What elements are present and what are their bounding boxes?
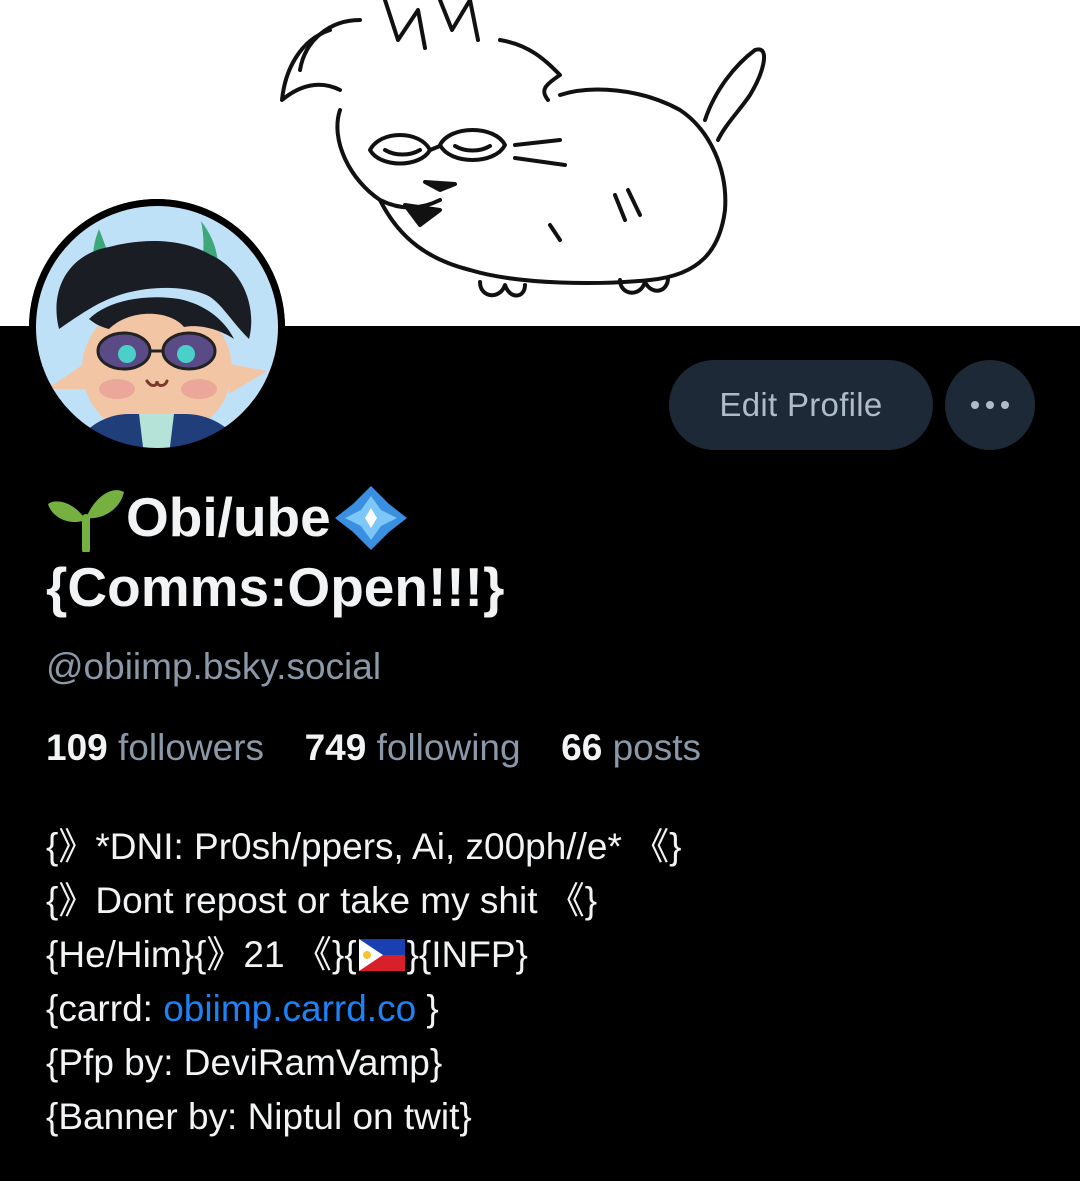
edit-profile-button[interactable]: Edit Profile	[669, 360, 933, 450]
posts-label: posts	[612, 727, 702, 768]
profile-stats: 109 followers 749 following 66 posts	[46, 727, 701, 769]
display-name-line1: Obi/ube	[126, 486, 331, 548]
seedling-icon	[48, 490, 124, 552]
sparkle-diamond-icon	[334, 486, 407, 550]
profile-bio: {》*DNI: Pr0sh/ppers, Ai, z00ph//e* 《} {》…	[46, 820, 1046, 1144]
bio-text: {He/Him}{》21 《}{	[46, 934, 357, 975]
more-options-button[interactable]	[945, 360, 1035, 450]
bio-text: {carrd:	[46, 988, 164, 1029]
followers-label: followers	[118, 727, 265, 768]
bio-line: {Banner by: Niptul on twit}	[46, 1096, 472, 1137]
display-name-line2: {Comms:Open!!!}	[46, 556, 505, 618]
philippines-flag-icon	[358, 939, 405, 971]
posts-stat: 66 posts	[561, 727, 701, 768]
profile-avatar[interactable]	[29, 199, 285, 455]
bio-line: {carrd: obiimp.carrd.co }	[46, 982, 1046, 1036]
posts-count: 66	[561, 727, 603, 768]
display-name: Obi/ube {Comms:Open!!!}	[46, 482, 1046, 622]
carrd-link[interactable]: obiimp.carrd.co	[163, 982, 416, 1036]
bio-line: {He/Him}{》21 《}{ }{INFP}	[46, 928, 1046, 982]
followers-count: 109	[46, 727, 108, 768]
following-label: following	[376, 727, 521, 768]
bio-line: {Pfp by: DeviRamVamp}	[46, 1042, 443, 1083]
ellipsis-icon	[971, 401, 1009, 409]
avatar-image	[29, 199, 285, 455]
bio-line: {》*DNI: Pr0sh/ppers, Ai, z00ph//e* 《}	[46, 826, 682, 867]
bio-text: }	[416, 988, 439, 1029]
following-count: 749	[304, 727, 367, 768]
bio-line: {》Dont repost or take my shit 《}	[46, 880, 598, 921]
profile-handle: @obiimp.bsky.social	[46, 646, 382, 687]
bio-text: }{INFP}	[406, 934, 528, 975]
followers-stat[interactable]: 109 followers	[46, 727, 274, 768]
following-stat[interactable]: 749 following	[305, 727, 531, 768]
